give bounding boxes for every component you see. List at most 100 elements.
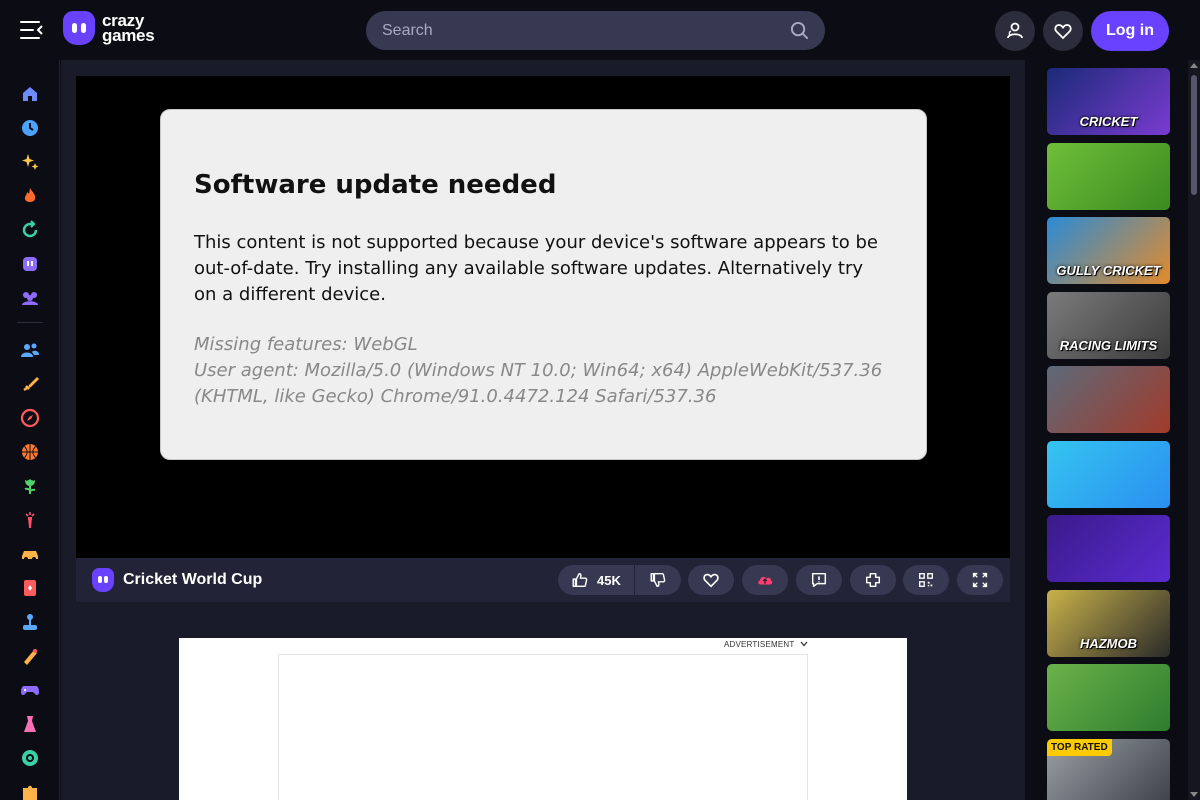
login-button[interactable]: Log in (1091, 11, 1169, 51)
sidebar-item-casual-flower[interactable] (18, 474, 42, 498)
game-thumbnail[interactable]: GULLY CRICKET (1047, 217, 1170, 284)
logo-text: crazy games (102, 12, 155, 45)
recent-clock-icon (22, 120, 38, 136)
updated-refresh-icon (22, 220, 38, 238)
sidebar-item-eye[interactable] (18, 746, 42, 770)
cloud-upload-icon (758, 576, 773, 585)
favorite-game-button[interactable] (688, 565, 734, 595)
search-icon[interactable] (790, 21, 809, 40)
sidebar-item-card[interactable] (18, 576, 42, 600)
mahjong-icon (24, 649, 37, 665)
advertisement-container: ADVERTISEMENT (179, 618, 907, 800)
ad-label[interactable]: ADVERTISEMENT (724, 640, 808, 649)
sidebar-item-puzzle[interactable] (18, 780, 42, 800)
logo-mark-icon (63, 11, 95, 45)
sidebar-item-clicker[interactable] (18, 508, 42, 532)
heart-icon (703, 573, 719, 588)
logo-line-2: games (102, 26, 155, 45)
search-bar (366, 11, 825, 50)
clicker-icon (25, 512, 35, 528)
missing-features-text: Missing features: WebGL (194, 334, 418, 355)
card-icon (24, 580, 36, 596)
friends-button[interactable] (995, 11, 1035, 51)
sidebar-item-basketball[interactable] (18, 440, 42, 464)
adventure-compass-icon (20, 408, 40, 428)
top-header: crazy games Log in (0, 0, 1200, 60)
friends-icon (1007, 22, 1023, 39)
dislike-button[interactable] (635, 565, 681, 595)
casual-flower-icon (24, 479, 36, 494)
chevron-down-icon (800, 641, 808, 647)
ad-slot[interactable] (278, 654, 808, 800)
sidebar-item-gamepad[interactable] (18, 678, 42, 702)
eye-icon (22, 750, 38, 766)
basketball-icon (22, 444, 38, 460)
embed-button[interactable] (850, 565, 896, 595)
top-rated-badge: TOP RATED (1047, 738, 1112, 756)
game-thumbnail[interactable] (1047, 440, 1170, 508)
update-meta: Missing features: WebGL User agent: Mozi… (194, 332, 884, 410)
game-thumbnail[interactable] (1047, 142, 1170, 210)
gamepad-icon (21, 686, 39, 696)
game-thumbnail[interactable] (1047, 664, 1170, 731)
fullscreen-icon (972, 572, 988, 588)
like-count: 45K (597, 572, 621, 588)
favorites-button[interactable] (1043, 11, 1083, 51)
puzzle-icon (23, 785, 37, 800)
sidebar-item-recent-clock[interactable] (18, 116, 42, 140)
sidebar-item-driving-car[interactable] (18, 542, 42, 566)
update-message: This content is not supported because yo… (194, 232, 878, 305)
scroll-up-arrow[interactable] (1190, 63, 1198, 68)
game-thumbnail[interactable]: HAZMOB (1047, 589, 1170, 657)
sidebar-item-io-joystick[interactable] (18, 610, 42, 634)
game-logo-icon (92, 568, 114, 592)
report-icon (811, 572, 827, 588)
thumbs-up-icon (572, 572, 588, 588)
fullscreen-button[interactable] (957, 565, 1003, 595)
game-thumbnail[interactable]: CRICKET (1047, 68, 1170, 135)
game-thumbnail[interactable]: RACING LIMITS (1047, 291, 1170, 359)
crazygames-logo[interactable]: crazy games (63, 11, 155, 45)
upload-cloud-button[interactable] (742, 565, 788, 595)
ad-label-text: ADVERTISEMENT (724, 640, 795, 649)
sidebar-item-action-sword[interactable] (18, 372, 42, 396)
two-player-icon (21, 343, 39, 357)
sidebar-item-dress-up[interactable] (18, 712, 42, 736)
report-button[interactable] (796, 565, 842, 595)
like-button[interactable]: 45K (558, 565, 634, 595)
thumbnail-label: HAZMOB (1079, 635, 1138, 651)
sidebar-item-sparkle-new[interactable] (18, 150, 42, 174)
sidebar-item-mahjong[interactable] (18, 644, 42, 668)
qr-code-button[interactable] (903, 565, 949, 595)
user-agent-text: User agent: Mozilla/5.0 (Windows NT 10.0… (194, 360, 883, 407)
search-input[interactable] (382, 11, 772, 50)
scrollbar-thumb[interactable] (1191, 75, 1197, 195)
left-sidebar (0, 60, 60, 800)
game-thumbnail[interactable] (1047, 515, 1170, 582)
sidebar-item-updated-refresh[interactable] (18, 218, 42, 242)
scroll-down-arrow[interactable] (1190, 792, 1198, 797)
thumbs-down-icon (650, 572, 666, 588)
update-title: Software update needed (194, 170, 557, 200)
game-thumbnail[interactable]: TOP RATED (1047, 738, 1170, 800)
game-toolbar: Cricket World Cup 45K (76, 558, 1010, 602)
fire-trending-icon (24, 188, 36, 202)
sidebar-item-multiplayer[interactable] (18, 286, 42, 310)
sidebar-item-fire-trending[interactable] (18, 184, 42, 208)
thumbnail-label: CRICKET (1079, 114, 1138, 129)
sidebar-item-home[interactable] (18, 82, 42, 106)
sidebar-menu-button[interactable] (18, 16, 44, 44)
sidebar-item-adventure-compass[interactable] (18, 406, 42, 430)
driving-car-icon (22, 551, 38, 561)
home-icon (23, 87, 37, 101)
software-update-dialog: Software update needed This content is n… (160, 109, 927, 460)
sidebar-divider (17, 322, 43, 323)
multiplayer-icon (22, 292, 38, 305)
sidebar-item-originals[interactable] (18, 252, 42, 276)
sidebar-item-two-player[interactable] (18, 338, 42, 362)
game-title: Cricket World Cup (123, 571, 263, 588)
page-scrollbar[interactable] (1188, 60, 1200, 800)
qr-code-icon (919, 573, 933, 587)
game-thumbnail[interactable] (1047, 366, 1170, 433)
dress-up-icon (24, 716, 36, 732)
